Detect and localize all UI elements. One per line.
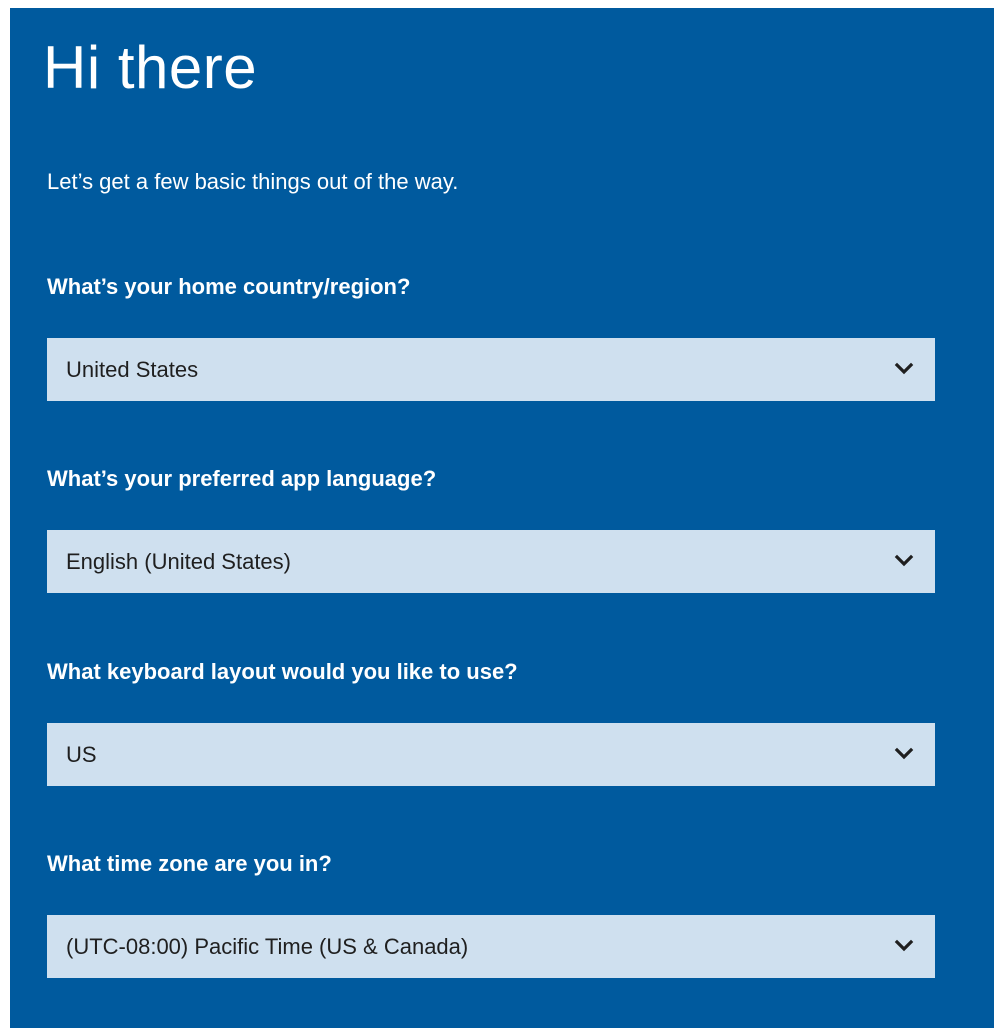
setup-panel: Hi there Let’s get a few basic things ou… [10, 8, 994, 1028]
app-language-select[interactable]: English (United States) [47, 530, 935, 593]
page-title: Hi there [43, 34, 258, 101]
chevron-down-icon [893, 550, 915, 572]
keyboard-layout-value: US [66, 742, 97, 767]
time-zone-value: (UTC-08:00) Pacific Time (US & Canada) [66, 934, 469, 959]
country-region-value: United States [66, 357, 199, 382]
chevron-down-icon [893, 935, 915, 957]
country-region-select[interactable]: United States [47, 338, 935, 401]
keyboard-layout-label: What keyboard layout would you like to u… [47, 659, 518, 684]
app-language-value: English (United States) [66, 549, 291, 574]
chevron-down-icon [893, 358, 915, 380]
keyboard-layout-select[interactable]: US [47, 723, 935, 786]
time-zone-select[interactable]: (UTC-08:00) Pacific Time (US & Canada) [47, 915, 935, 978]
time-zone-label: What time zone are you in? [47, 851, 332, 876]
app-language-label: What’s your preferred app language? [47, 466, 437, 491]
country-region-label: What’s your home country/region? [47, 274, 411, 299]
chevron-down-icon [893, 743, 915, 765]
page-subtitle: Let’s get a few basic things out of the … [47, 169, 459, 194]
